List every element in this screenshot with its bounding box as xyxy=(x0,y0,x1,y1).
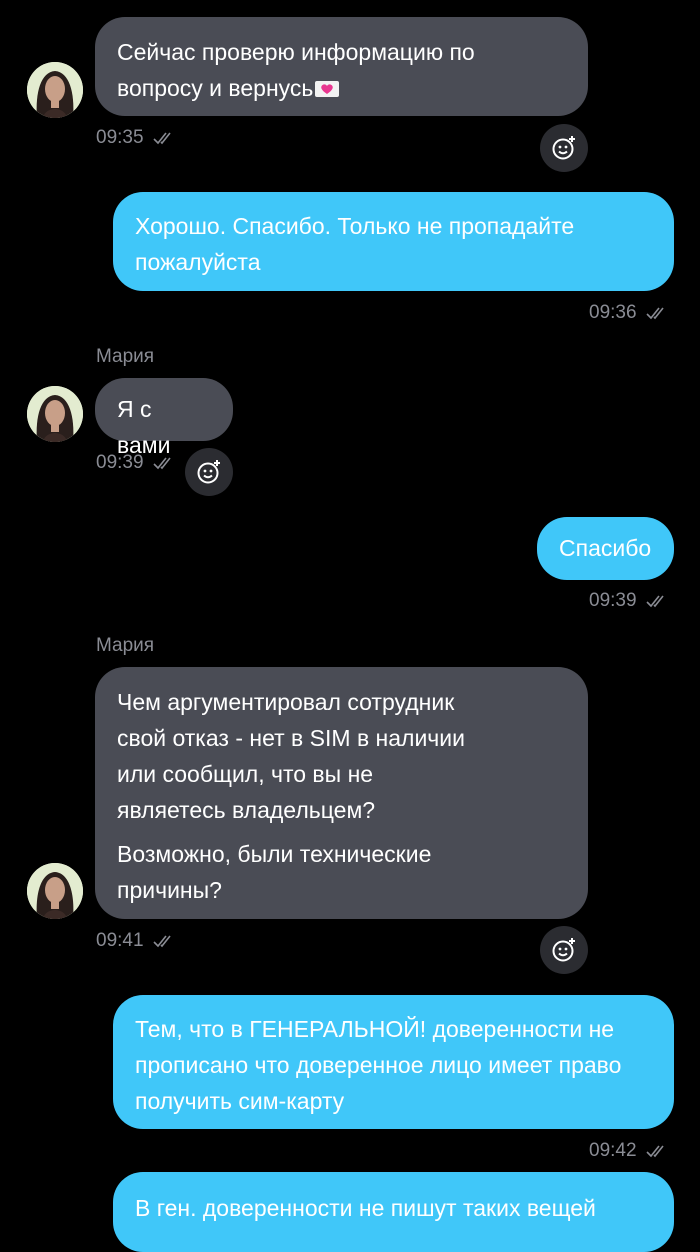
avatar[interactable] xyxy=(27,62,83,118)
message-timestamp: 09:39 xyxy=(589,590,665,612)
message-line: получить сим-карту xyxy=(135,1088,345,1114)
time-text: 09:39 xyxy=(589,590,637,611)
add-reaction-button[interactable] xyxy=(185,448,233,496)
time-text: 09:39 xyxy=(96,452,144,473)
message-paragraph: Возможно, были технические причины? xyxy=(117,841,432,903)
double-check-icon xyxy=(645,595,664,608)
message-bubble-outgoing[interactable]: В ген. доверенности не пишут таких вещей xyxy=(113,1172,674,1252)
add-reaction-button[interactable] xyxy=(540,124,588,172)
double-check-icon xyxy=(645,307,664,320)
message-line: В ген. доверенности не пишут таких вещей xyxy=(135,1195,596,1221)
smile-plus-icon xyxy=(552,938,575,962)
double-check-icon xyxy=(152,457,171,470)
message-timestamp: 09:42 xyxy=(589,1140,665,1162)
add-reaction-button[interactable] xyxy=(540,926,588,974)
message-bubble-incoming[interactable]: Чем аргументировал сотрудник свой отказ … xyxy=(95,667,588,919)
message-line: Сейчас проверю информацию по xyxy=(117,39,475,65)
smile-plus-icon xyxy=(197,460,220,484)
message-line: Я с вами xyxy=(117,396,171,458)
message-bubble-outgoing[interactable]: Хорошо. Спасибо. Только не пропадайте пож… xyxy=(113,192,674,291)
message-line: вопросу и вернусь xyxy=(117,75,314,101)
message-bubble-incoming[interactable]: Я с вами xyxy=(95,378,233,458)
message-line: Тем, что в ГЕНЕРАЛЬНОЙ! доверенности не xyxy=(135,1016,615,1042)
message-bubble-outgoing[interactable]: Спасибо xyxy=(537,517,674,580)
message-timestamp: 09:41 xyxy=(96,930,172,952)
message-bubble-outgoing[interactable]: Тем, что в ГЕНЕРАЛЬНОЙ! доверенности не п… xyxy=(113,995,674,1129)
time-text: 09:41 xyxy=(96,930,144,951)
double-check-icon xyxy=(152,935,171,948)
message-line: Хорошо. Спасибо. Только не пропадайте xyxy=(135,213,575,239)
message-line: пожалуйста xyxy=(135,249,261,275)
time-text: 09:36 xyxy=(589,302,637,323)
double-check-icon xyxy=(152,132,171,145)
message-line: прописано что доверенное лицо имеет прав… xyxy=(135,1052,622,1078)
sender-name: Мария xyxy=(96,346,155,367)
heart-envelope-icon xyxy=(315,72,340,97)
avatar[interactable] xyxy=(27,386,83,442)
smile-plus-icon xyxy=(552,136,575,160)
message-timestamp: 09:39 xyxy=(96,452,172,474)
time-text: 09:42 xyxy=(589,1140,637,1161)
message-timestamp: 09:36 xyxy=(589,302,665,324)
message-timestamp: 09:35 xyxy=(96,127,172,149)
double-check-icon xyxy=(645,1145,664,1158)
message-line: Спасибо xyxy=(559,535,652,561)
message-bubble-incoming[interactable]: Сейчас проверю информацию по вопросу и ве… xyxy=(95,17,588,116)
message-paragraph: Чем аргументировал сотрудник свой отказ … xyxy=(117,689,465,823)
time-text: 09:35 xyxy=(96,127,144,148)
sender-name: Мария xyxy=(96,635,155,656)
avatar[interactable] xyxy=(27,863,83,919)
